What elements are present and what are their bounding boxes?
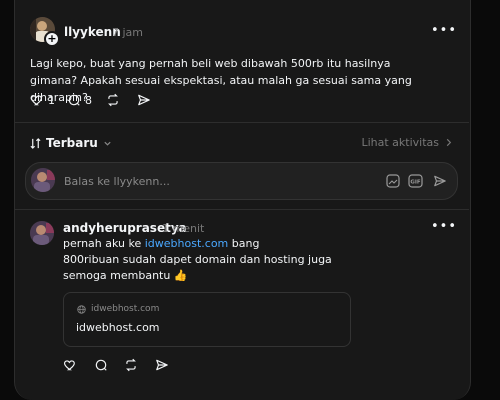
more-options-icon[interactable]: ••• <box>431 219 457 234</box>
divider <box>14 209 469 210</box>
post-time: 7 jam <box>112 26 144 39</box>
card-domain-text: idwebhost.com <box>91 304 160 314</box>
repost-icon <box>108 93 118 107</box>
like-count: 1 <box>48 93 55 107</box>
globe-icon <box>77 304 86 314</box>
sort-label: Terbaru <box>46 136 98 150</box>
comment-text: bang <box>228 237 260 250</box>
reply-input[interactable] <box>64 173 364 189</box>
activity-label: Lihat aktivitas <box>361 136 439 149</box>
link-preview-card[interactable]: idwebhost.com idwebhost.com <box>63 292 351 347</box>
repost-button[interactable] <box>106 93 120 107</box>
svg-text:GIF: GIF <box>410 180 421 186</box>
commenter-avatar[interactable] <box>30 221 54 245</box>
image-attach-button[interactable] <box>386 173 400 192</box>
send-reply-button[interactable] <box>433 173 447 192</box>
sort-dropdown[interactable]: Terbaru <box>30 136 112 150</box>
comment-time: 1 menit <box>162 222 205 235</box>
card-domain: idwebhost.com <box>77 304 159 314</box>
repost-icon <box>126 358 136 372</box>
comment-repost-button[interactable] <box>124 358 138 372</box>
like-button[interactable]: 1 <box>30 93 55 107</box>
comment-line-3: semoga membantu 👍 <box>63 269 188 282</box>
heart-icon <box>63 360 75 371</box>
send-icon <box>434 175 446 187</box>
card-title: idwebhost.com <box>76 321 160 334</box>
chevron-down-icon <box>104 141 111 146</box>
comment-reply-button[interactable] <box>94 358 108 372</box>
sort-icon <box>30 137 41 149</box>
comment-count: 8 <box>85 93 92 107</box>
divider <box>14 122 469 123</box>
send-icon <box>156 359 168 371</box>
comment-text: pernah aku ke <box>63 237 145 250</box>
comment-share-button[interactable] <box>155 358 169 372</box>
comment-icon <box>95 359 107 371</box>
comment-like-button[interactable] <box>63 358 77 372</box>
current-user-avatar <box>31 168 55 192</box>
comment-link[interactable]: idwebhost.com <box>145 237 229 250</box>
follow-plus-icon[interactable]: + <box>44 31 60 47</box>
comment-line-1: pernah aku ke idwebhost.com bang <box>63 236 259 252</box>
comment-button[interactable]: 8 <box>67 93 92 107</box>
heart-icon <box>30 95 42 106</box>
gif-icon: GIF <box>408 174 423 188</box>
more-options-icon[interactable]: ••• <box>431 23 457 38</box>
send-icon <box>138 94 150 106</box>
gif-button[interactable]: GIF <box>408 173 423 192</box>
comment-line-2: 800ribuan sudah dapet domain dan hosting… <box>63 253 332 266</box>
view-activity-link[interactable]: Lihat aktivitas <box>361 136 453 149</box>
comment-icon <box>68 94 80 106</box>
chevron-right-icon <box>446 138 452 147</box>
image-icon <box>386 174 400 188</box>
share-button[interactable] <box>137 93 151 107</box>
